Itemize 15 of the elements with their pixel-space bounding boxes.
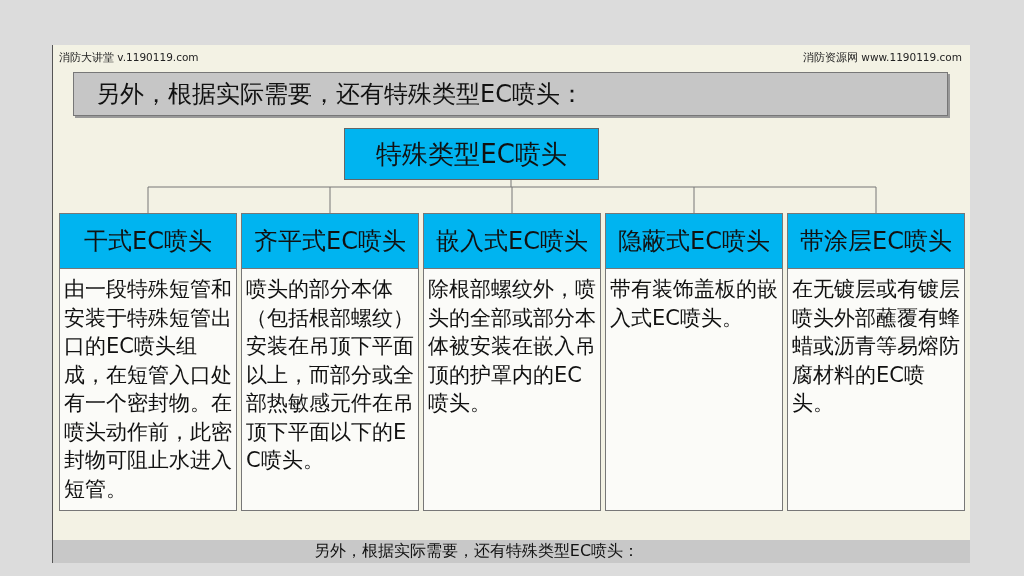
slide-header-text: 消防大讲堂 v.1190119.com bbox=[59, 51, 199, 65]
root-node: 特殊类型EC喷头 bbox=[344, 128, 599, 180]
type-heading: 齐平式EC喷头 bbox=[242, 214, 418, 269]
slide-header-text: 消防资源网 www.1190119.com bbox=[803, 51, 962, 65]
type-heading: 隐蔽式EC喷头 bbox=[606, 214, 782, 269]
type-heading: 带涂层EC喷头 bbox=[788, 214, 964, 269]
type-heading: 干式EC喷头 bbox=[60, 214, 236, 269]
type-description: 在无镀层或有镀层喷头外部蘸覆有蜂蜡或沥青等易熔防腐材料的EC喷头。 bbox=[791, 276, 961, 417]
type-description: 除根部螺纹外，喷头的全部或部分本体被安装在嵌入吊顶的护罩内的EC喷头。 bbox=[427, 276, 597, 417]
slide-title: 另外，根据实际需要，还有特殊类型EC喷头： bbox=[73, 72, 948, 116]
type-description: 喷头的部分本体（包括根部螺纹）安装在吊顶下平面以上，而部分或全部热敏感元件在吊顶下平面以下的EC喷头。 bbox=[245, 276, 415, 474]
type-description: 带有装饰盖板的嵌入式EC喷头。 bbox=[609, 276, 779, 332]
type-description: 由一段特殊短管和安装于特殊短管出口的EC喷头组成，在短管入口处有一个密封物。在喷头动作前，此密封物可阻止水进入短管。 bbox=[63, 276, 233, 503]
type-heading: 嵌入式EC喷头 bbox=[424, 214, 600, 269]
subtitle-caption: 另外，根据实际需要，还有特殊类型EC喷头： bbox=[53, 540, 970, 563]
